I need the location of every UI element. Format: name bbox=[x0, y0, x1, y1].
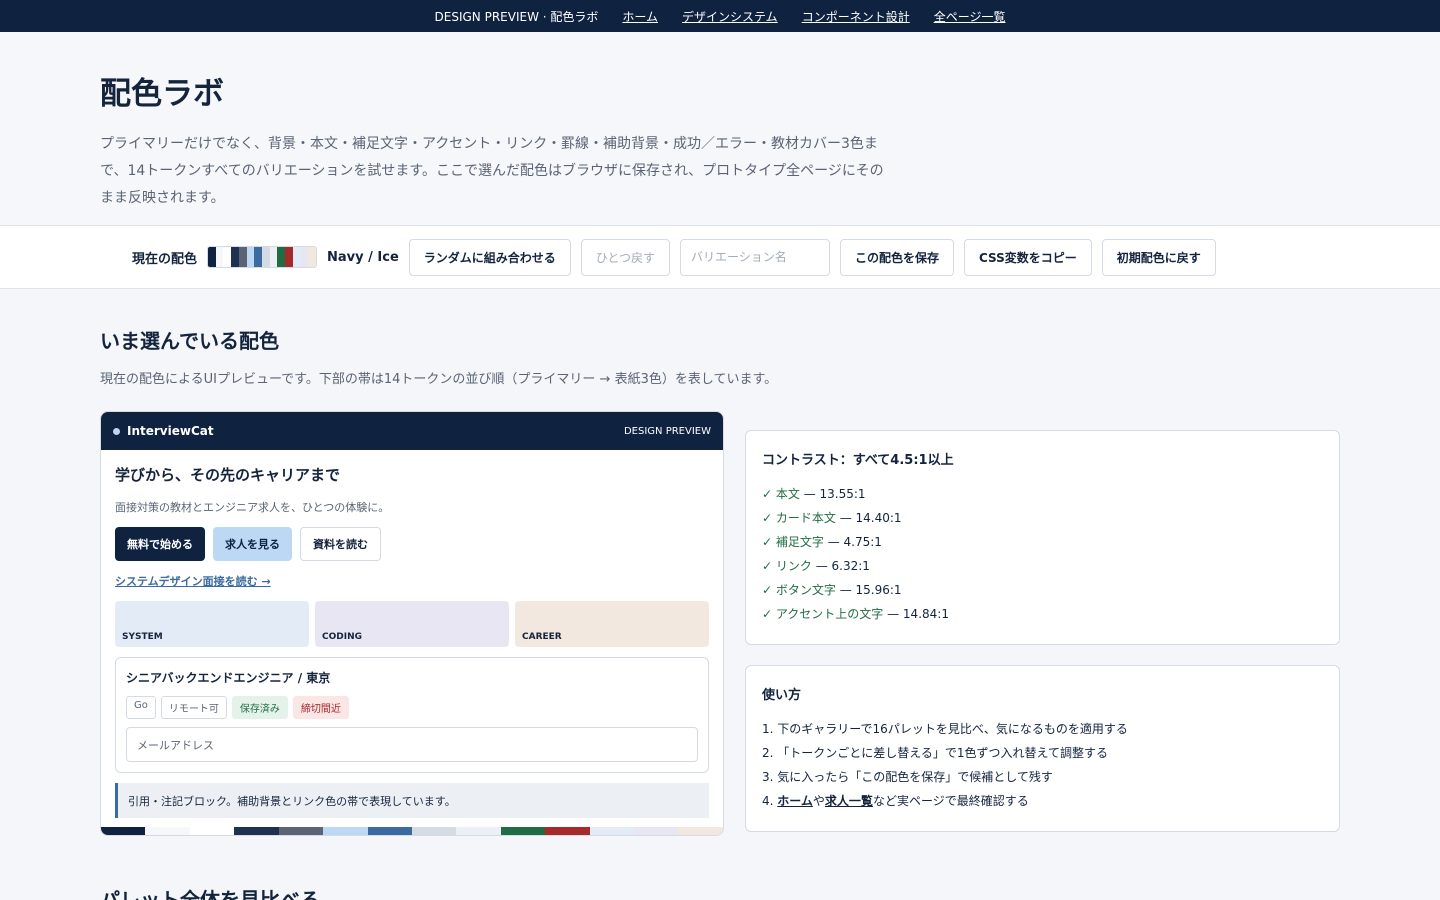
top-nav: DESIGN PREVIEW · 配色ラボ ホーム デザインシステム コンポーネ… bbox=[0, 0, 1440, 32]
page-title: 配色ラボ bbox=[100, 76, 224, 112]
ui-preview: InterviewCat DESIGN PREVIEW 学びから、その先のキャリ… bbox=[100, 411, 724, 836]
chip-deadline: 締切間近 bbox=[292, 696, 349, 719]
palette-swatch bbox=[277, 247, 286, 267]
token-band-segment bbox=[234, 827, 279, 835]
palette-swatch bbox=[238, 247, 247, 267]
current-palette-section: いま選んでいる配色 現在の配色によるUIプレビューです。下部の帯は14トークンの… bbox=[0, 289, 1440, 836]
contrast-card: コントラスト：すべて4.5:1以上 ✓ 本文 — 13.55:1 ✓ カード本文… bbox=[745, 430, 1340, 645]
undo-button[interactable]: ひとつ戻す bbox=[580, 238, 670, 276]
palette-toolbar: 現在の配色 Navy / Ice ランダムに組み合わせる ひとつ戻す この配色を… bbox=[0, 226, 1440, 289]
cover-career: CAREER bbox=[515, 601, 709, 647]
logo-dot-icon bbox=[113, 427, 120, 435]
current-palette-swatches bbox=[207, 246, 318, 268]
nav-link-home[interactable]: ホーム bbox=[622, 8, 658, 25]
nav-link-components[interactable]: コンポーネント設計 bbox=[802, 8, 910, 25]
preview-tag: DESIGN PREVIEW bbox=[623, 425, 711, 437]
contrast-item: ✓ リンク — 6.32:1 bbox=[762, 559, 870, 573]
howto-step-2: 2. 「トークンごとに差し替える」で1色ずつ入れ替えて調整する bbox=[762, 746, 1108, 760]
check-icon: ✓ bbox=[762, 583, 776, 597]
preview-subtext: 面接対策の教材とエンジニア求人を、ひとつの体験に。 bbox=[115, 501, 390, 514]
chip-go: Go bbox=[126, 696, 156, 719]
check-icon: ✓ bbox=[762, 559, 776, 573]
palette-swatch bbox=[246, 247, 255, 267]
token-band-segment bbox=[145, 827, 190, 835]
palette-swatch bbox=[231, 247, 239, 267]
quote-block: 引用・注記ブロック。補助背景とリンク色の帯で表現しています。 bbox=[115, 783, 709, 818]
palette-swatch bbox=[208, 247, 216, 267]
howto-step-1: 1. 下のギャラリーで16パレットを見比べ、気になるものを適用する bbox=[762, 722, 1128, 736]
contrast-item: ✓ 補足文字 — 4.75:1 bbox=[762, 535, 882, 549]
token-band-segment bbox=[500, 827, 546, 835]
save-palette-button[interactable]: この配色を保存 bbox=[839, 238, 954, 276]
job-title: シニアバックエンドエンジニア / 東京 bbox=[126, 671, 331, 685]
cover-coding: CODING bbox=[315, 601, 509, 647]
nav-brand: DESIGN PREVIEW · 配色ラボ bbox=[434, 9, 599, 24]
howto-step-4: 4. ホームや求人一覧など実ページで最終確認する bbox=[762, 794, 1029, 808]
check-icon: ✓ bbox=[762, 487, 776, 501]
token-band-segment bbox=[678, 827, 723, 835]
preview-logo: InterviewCat bbox=[113, 424, 214, 438]
contrast-item: ✓ ボタン文字 — 15.96:1 bbox=[762, 583, 902, 597]
preview-primary-button[interactable]: 無料で始める bbox=[115, 527, 205, 561]
section-title: いま選んでいる配色 bbox=[100, 329, 279, 353]
variation-name-input[interactable] bbox=[679, 238, 830, 276]
palette-swatch bbox=[308, 247, 317, 267]
token-band-segment bbox=[278, 827, 324, 835]
token-band-segment bbox=[589, 827, 635, 835]
copy-css-vars-button[interactable]: CSS変数をコピー bbox=[963, 238, 1092, 276]
section-description: 現在の配色によるUIプレビューです。下部の帯は14トークンの並び順（プライマリー… bbox=[100, 372, 778, 387]
randomize-button[interactable]: ランダムに組み合わせる bbox=[408, 238, 571, 276]
palette-swatch bbox=[292, 247, 301, 267]
token-band-segment bbox=[545, 827, 590, 835]
howto-card: 使い方 1. 下のギャラリーで16パレットを見比べ、気になるものを適用する 2.… bbox=[745, 665, 1340, 832]
chip-saved: 保存済み bbox=[231, 696, 288, 719]
howto-step-3: 3. 気に入ったら「この配色を保存」で候補として残す bbox=[762, 770, 1053, 784]
email-field[interactable]: メールアドレス bbox=[126, 727, 698, 762]
howto-link-jobs[interactable]: 求人一覧 bbox=[825, 794, 873, 808]
contrast-title: コントラスト：すべて4.5:1以上 bbox=[762, 453, 954, 468]
token-band-segment bbox=[367, 827, 412, 835]
job-card: シニアバックエンドエンジニア / 東京 Go リモート可 保存済み 締切間近 メ… bbox=[115, 657, 709, 773]
token-band-segment bbox=[101, 827, 146, 835]
token-band-segment bbox=[411, 827, 457, 835]
reset-palette-button[interactable]: 初期配色に戻す bbox=[1101, 238, 1216, 276]
howto-title: 使い方 bbox=[762, 688, 802, 703]
preview-heading: 学びから、その先のキャリアまで bbox=[115, 466, 341, 484]
token-band bbox=[101, 827, 723, 835]
preview-logo-text: InterviewCat bbox=[127, 424, 214, 438]
palette-swatch bbox=[300, 247, 309, 267]
nav-link-all-pages[interactable]: 全ページ一覧 bbox=[934, 8, 1006, 25]
page-description: プライマリーだけでなく、背景・本文・補足文字・アクセント・リンク・罫線・補助背景… bbox=[100, 136, 884, 206]
palette-swatch bbox=[285, 247, 293, 267]
contrast-item: ✓ 本文 — 13.55:1 bbox=[762, 487, 866, 501]
contrast-item: ✓ アクセント上の文字 — 14.84:1 bbox=[762, 607, 949, 621]
palette-gallery-title: パレット全体を見比べる bbox=[100, 888, 320, 900]
palette-swatch bbox=[254, 247, 263, 267]
preview-header: InterviewCat DESIGN PREVIEW bbox=[101, 412, 723, 450]
palette-swatch bbox=[269, 247, 278, 267]
check-icon: ✓ bbox=[762, 535, 776, 549]
preview-ghost-button[interactable]: 資料を読む bbox=[300, 527, 381, 561]
palette-swatch bbox=[223, 247, 232, 267]
palette-swatch bbox=[262, 247, 270, 267]
palette-name: Navy / Ice bbox=[327, 249, 399, 265]
check-icon: ✓ bbox=[762, 607, 776, 621]
token-band-segment bbox=[323, 827, 368, 835]
check-icon: ✓ bbox=[762, 511, 776, 525]
hero: 配色ラボ プライマリーだけでなく、背景・本文・補足文字・アクセント・リンク・罫線… bbox=[0, 32, 1440, 226]
current-palette-label: 現在の配色 bbox=[132, 251, 198, 267]
token-band-segment bbox=[189, 827, 235, 835]
chip-remote: リモート可 bbox=[160, 696, 227, 719]
preview-link[interactable]: システムデザイン面接を読む → bbox=[115, 573, 709, 589]
contrast-item: ✓ カード本文 — 14.40:1 bbox=[762, 511, 902, 525]
token-band-segment bbox=[456, 827, 501, 835]
cover-system: SYSTEM bbox=[115, 601, 309, 647]
nav-link-design-system[interactable]: デザインシステム bbox=[682, 8, 778, 25]
preview-secondary-button[interactable]: 求人を見る bbox=[213, 527, 292, 561]
palette-swatch bbox=[215, 247, 224, 267]
howto-link-home[interactable]: ホーム bbox=[777, 794, 813, 808]
token-band-segment bbox=[634, 827, 679, 835]
